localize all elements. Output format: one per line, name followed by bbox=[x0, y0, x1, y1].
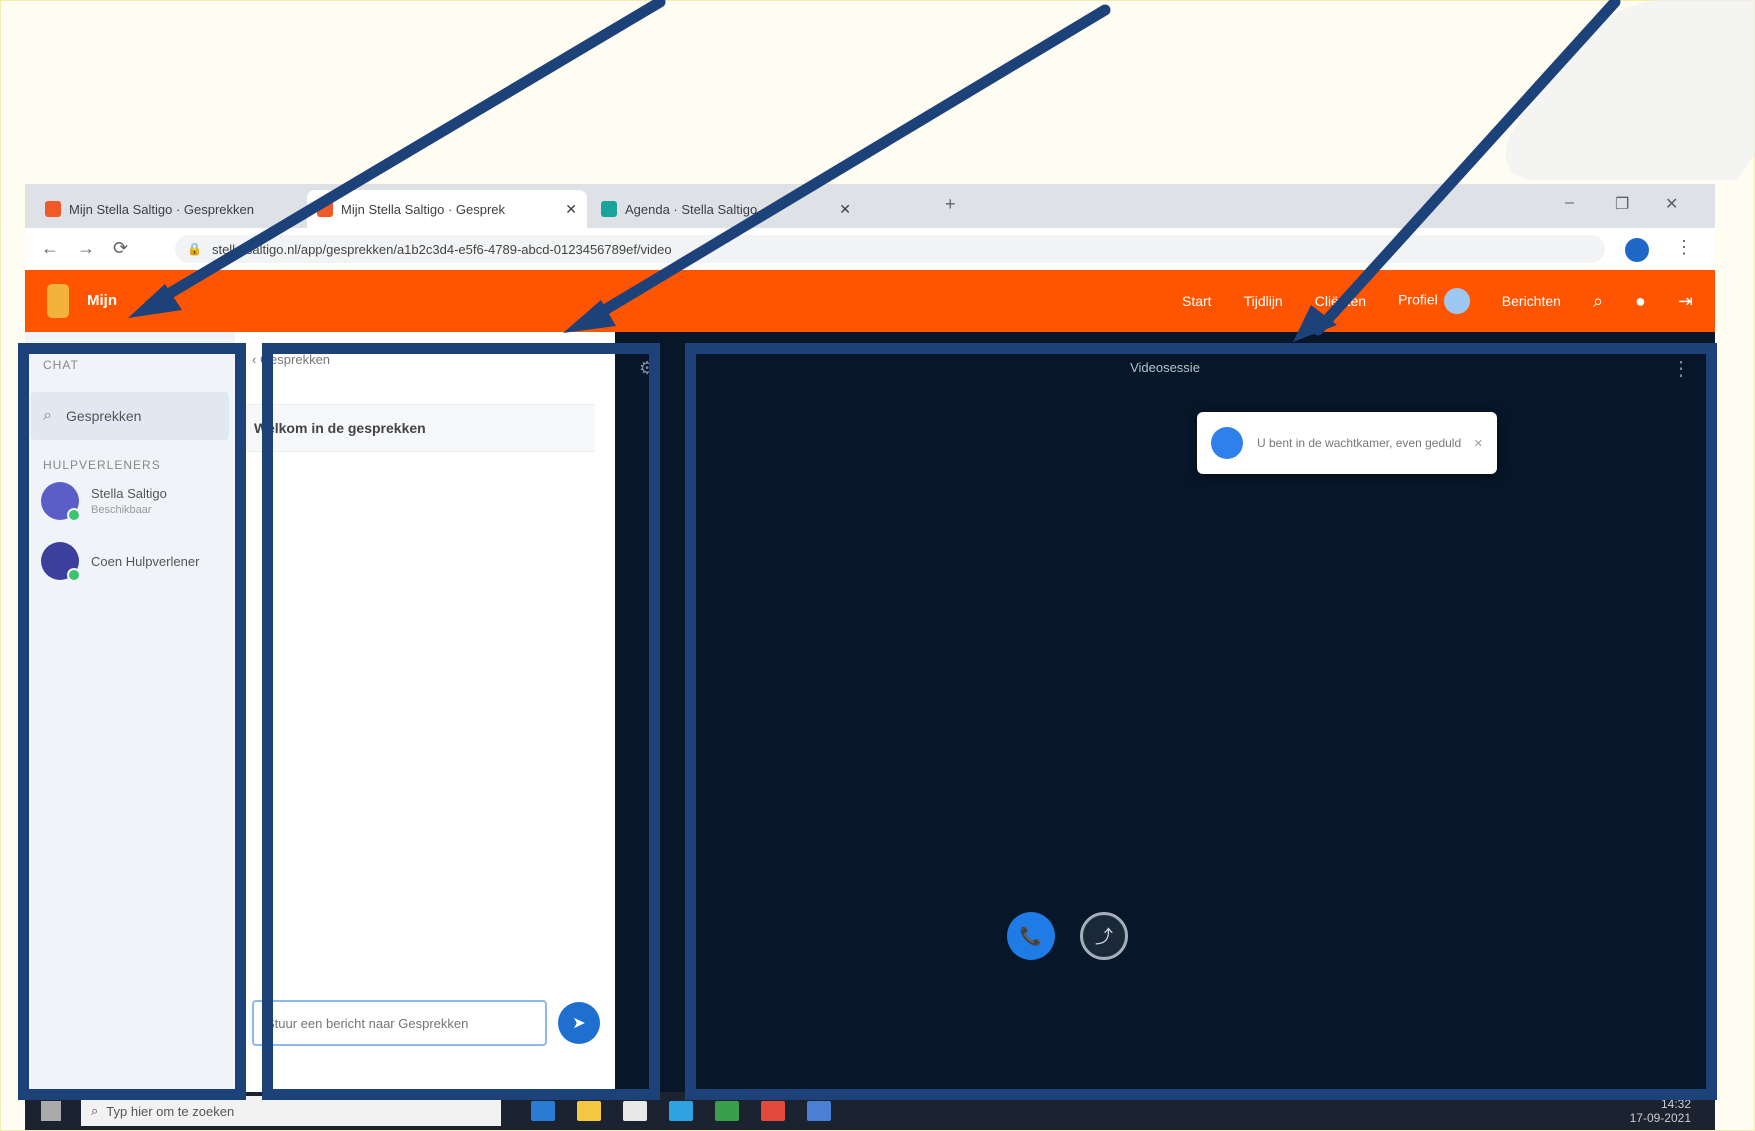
browser-tab-3[interactable]: Agenda · Stella Saltigo ✕ bbox=[591, 190, 861, 228]
browser-tab-2[interactable]: Mijn Stella Saltigo · Gesprek ✕ bbox=[307, 190, 587, 228]
taskbar-app-icon[interactable] bbox=[623, 1101, 647, 1121]
app-nav: Start Tijdlijn Cliënten Profiel Berichte… bbox=[1182, 270, 1693, 332]
logout-icon[interactable]: ⇥ bbox=[1678, 291, 1693, 312]
app-name[interactable]: Mijn bbox=[87, 292, 117, 309]
maximize-icon[interactable]: ❐ bbox=[1615, 194, 1629, 214]
share-screen-button[interactable]: ⤴ bbox=[1080, 912, 1128, 960]
conversation-panel: ‹ Gesprekken Welkom in de gesprekken ➤ bbox=[240, 332, 600, 1092]
contact-avatar bbox=[41, 542, 81, 582]
video-title: Videosessie bbox=[1130, 360, 1200, 375]
message-input[interactable] bbox=[252, 1000, 547, 1046]
nav-profiel[interactable]: Profiel bbox=[1398, 288, 1470, 314]
reload-icon[interactable]: ⟳ bbox=[113, 238, 128, 259]
taskbar-search-placeholder: Typ hier om te zoeken bbox=[106, 1103, 235, 1119]
back-to-conversations[interactable]: ‹ Gesprekken bbox=[252, 352, 330, 367]
taskbar-search[interactable]: ⌕ Typ hier om te zoeken bbox=[81, 1096, 501, 1126]
windows-taskbar: ⌕ Typ hier om te zoeken 14:32 17-09-2021 bbox=[25, 1092, 1715, 1130]
online-status-dot bbox=[67, 568, 81, 582]
user-avatar bbox=[1443, 288, 1470, 314]
back-icon[interactable]: ← bbox=[41, 238, 59, 259]
taskbar-app-icon[interactable] bbox=[577, 1101, 601, 1121]
sidebar-item-gesprekken[interactable]: ⌕ Gesprekken bbox=[31, 392, 229, 440]
search-icon: ⌕ bbox=[43, 407, 52, 424]
search-icon[interactable]: ⌕ bbox=[1593, 291, 1603, 312]
address-bar[interactable]: 🔒 stella.saltigo.nl/app/gesprekken/a1b2c… bbox=[175, 235, 1605, 263]
contact-name: Coen Hulpverlener bbox=[91, 553, 200, 569]
online-status-dot bbox=[67, 508, 81, 522]
tab-label: Agenda · Stella Saltigo bbox=[625, 201, 758, 217]
app-logo[interactable] bbox=[47, 284, 69, 318]
nav-berichten[interactable]: Berichten bbox=[1502, 293, 1561, 309]
forward-icon[interactable]: → bbox=[77, 238, 95, 259]
taskbar-app-icon[interactable] bbox=[715, 1101, 739, 1121]
tab-favicon bbox=[45, 201, 61, 217]
contact-name: Stella Saltigo bbox=[91, 486, 167, 501]
section-label-chat: CHAT bbox=[43, 358, 79, 372]
sidebar-item-label: Gesprekken bbox=[65, 408, 142, 424]
close-icon[interactable]: ✕ bbox=[565, 201, 577, 218]
contact-item[interactable]: Coen Hulpverlener bbox=[41, 542, 200, 582]
browser-tab-1[interactable]: Mijn Stella Saltigo · Gesprekken bbox=[35, 190, 305, 228]
help-icon[interactable]: ● bbox=[1635, 291, 1646, 312]
taskbar-app-icon[interactable] bbox=[761, 1101, 785, 1121]
browser-window: Mijn Stella Saltigo · Gesprekken Mijn St… bbox=[25, 184, 1715, 1130]
close-icon[interactable]: ✕ bbox=[839, 201, 851, 218]
taskbar-app-icon[interactable] bbox=[807, 1101, 831, 1121]
nav-start[interactable]: Start bbox=[1182, 293, 1212, 309]
clock-date: 17-09-2021 bbox=[1629, 1111, 1691, 1125]
tab-label: Mijn Stella Saltigo · Gesprekken bbox=[69, 201, 254, 217]
tab-favicon bbox=[601, 201, 617, 217]
url-text: stella.saltigo.nl/app/gesprekken/a1b2c3d… bbox=[211, 241, 672, 257]
send-button[interactable]: ➤ bbox=[558, 1002, 600, 1044]
app-content: CHAT ⌕ Gesprekken HULPVERLENERS Stella S… bbox=[25, 332, 1715, 1092]
window-close-icon[interactable]: ✕ bbox=[1665, 194, 1678, 214]
video-panel: ⚙ Videosessie ⋮ U bent in de wachtkamer,… bbox=[615, 332, 1715, 1092]
conversation-title: Welkom in de gesprekken bbox=[240, 404, 595, 452]
taskbar-apps bbox=[531, 1101, 831, 1121]
minimize-icon[interactable]: – bbox=[1565, 194, 1574, 212]
tab-favicon bbox=[317, 201, 333, 217]
contact-status: Beschikbaar bbox=[91, 504, 152, 516]
tab-label: Mijn Stella Saltigo · Gesprek bbox=[341, 201, 506, 217]
decorative-swoosh bbox=[1476, 0, 1755, 180]
contact-item[interactable]: Stella Saltigo Beschikbaar bbox=[41, 482, 167, 522]
app-header: Mijn Start Tijdlijn Cliënten Profiel Ber… bbox=[25, 270, 1715, 332]
start-icon[interactable] bbox=[41, 1101, 61, 1121]
taskbar-app-icon[interactable] bbox=[669, 1101, 693, 1121]
tab-bar: Mijn Stella Saltigo · Gesprekken Mijn St… bbox=[25, 184, 1715, 228]
new-tab-icon[interactable]: + bbox=[945, 194, 956, 215]
profile-avatar[interactable] bbox=[1625, 238, 1649, 262]
info-icon bbox=[1211, 427, 1243, 459]
contact-avatar bbox=[41, 482, 81, 522]
system-tray[interactable]: 14:32 17-09-2021 bbox=[1630, 1097, 1691, 1125]
clock-time: 14:32 bbox=[1660, 1097, 1691, 1111]
waiting-notification: U bent in de wachtkamer, even geduld ✕ bbox=[1197, 412, 1497, 474]
nav-tijdlijn[interactable]: Tijdlijn bbox=[1244, 293, 1283, 309]
url-bar: ← → ⟳ 🔒 stella.saltigo.nl/app/gesprekken… bbox=[25, 228, 1715, 271]
close-icon[interactable]: ✕ bbox=[1474, 437, 1483, 450]
lock-icon: 🔒 bbox=[187, 242, 202, 256]
more-icon[interactable]: ⋮ bbox=[1671, 356, 1691, 381]
chat-sidebar: CHAT ⌕ Gesprekken HULPVERLENERS Stella S… bbox=[25, 332, 235, 1092]
section-label-contacts: HULPVERLENERS bbox=[43, 458, 161, 472]
nav-clienten[interactable]: Cliënten bbox=[1315, 293, 1366, 309]
taskbar-app-icon[interactable] bbox=[531, 1101, 555, 1121]
call-button[interactable]: 📞 bbox=[1007, 912, 1055, 960]
notification-text: U bent in de wachtkamer, even geduld bbox=[1257, 436, 1462, 450]
search-icon: ⌕ bbox=[91, 1103, 99, 1118]
menu-icon[interactable]: ⋮ bbox=[1675, 237, 1693, 258]
